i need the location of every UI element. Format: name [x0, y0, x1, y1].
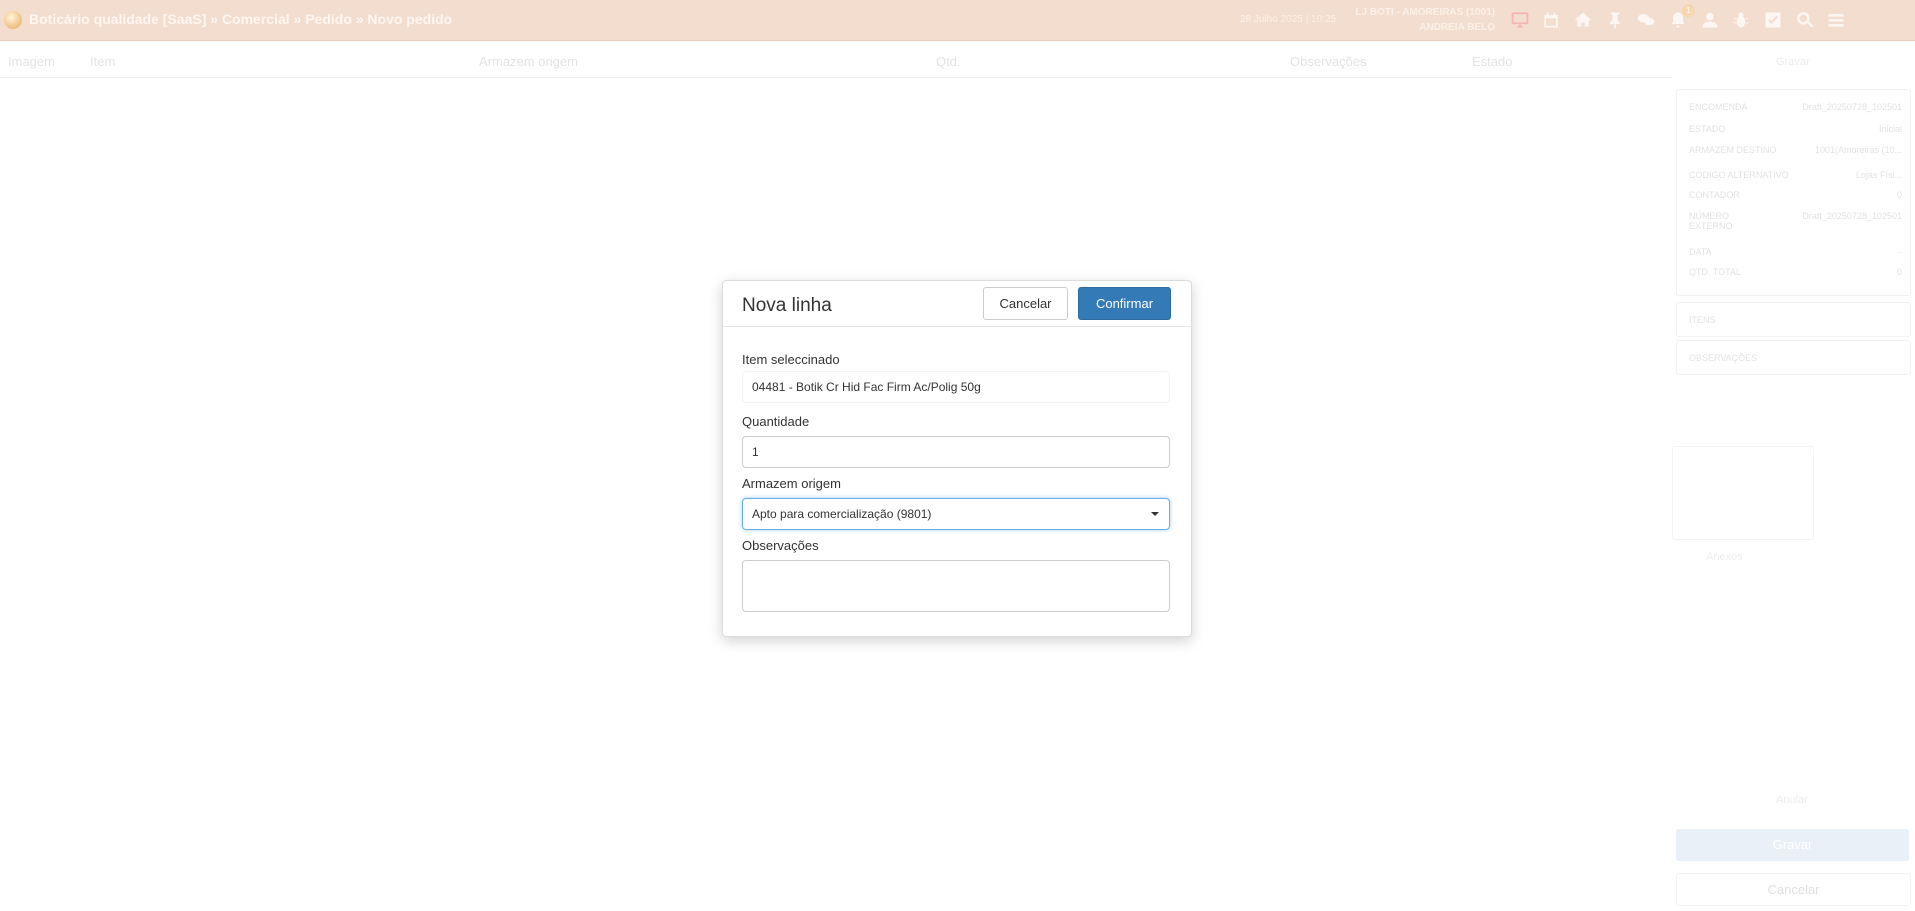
observations-section[interactable]: OBSERVAÇÕES: [1676, 340, 1911, 375]
column-header-armazem-origem[interactable]: Armazem origem: [479, 54, 578, 69]
source-warehouse-select[interactable]: Apto para comercialização (9801): [742, 498, 1170, 530]
calendar-icon[interactable]: [1539, 8, 1563, 32]
source-warehouse-value: Apto para comercialização (9801): [752, 507, 932, 521]
user-icon[interactable]: [1698, 8, 1722, 32]
pin-icon[interactable]: [1603, 8, 1627, 32]
confirm-button[interactable]: Confirmar: [1078, 287, 1171, 320]
anular-link[interactable]: Anular: [1776, 794, 1808, 806]
monitor-icon[interactable]: [1508, 8, 1532, 32]
notes-label: Observações: [742, 538, 819, 553]
notes-textarea[interactable]: [742, 560, 1170, 612]
header-datetime: 28 Julho 2025 | 10:25: [1240, 14, 1337, 25]
home-icon[interactable]: [1571, 8, 1595, 32]
column-header-imagem[interactable]: Imagem: [8, 54, 55, 69]
breadcrumb[interactable]: Boticário qualidade [SaaS] » Comercial »…: [29, 11, 452, 27]
order-summary-box: Encomenda Draft_20250728_102501 Estado I…: [1676, 89, 1911, 296]
user-name: ANDREIA BELO: [1419, 22, 1495, 33]
column-header-qtd[interactable]: Qtd.: [936, 54, 961, 69]
app-logo-icon[interactable]: [4, 11, 22, 29]
selected-item-field: 04481 - Botik Cr Hid Fac Firm Ac/Polig 5…: [742, 371, 1170, 403]
modal-title: Nova linha: [742, 295, 832, 316]
store-name: LJ BOTI - AMOREIRAS (1001): [1355, 7, 1495, 18]
chevron-down-icon[interactable]: [1151, 512, 1159, 516]
store-user-info[interactable]: LJ BOTI - AMOREIRAS (1001) ANDREIA BELO: [1355, 5, 1495, 35]
modal-header: Nova linha Cancelar Confirmar: [723, 281, 1191, 327]
chat-icon[interactable]: [1634, 8, 1658, 32]
right-panel-title: Gravar: [1776, 56, 1810, 68]
menu-icon[interactable]: [1824, 8, 1848, 32]
selected-item-value: 04481 - Botik Cr Hid Fac Firm Ac/Polig 5…: [752, 380, 981, 394]
attachments-link[interactable]: Anexos: [1706, 551, 1743, 563]
bug-icon[interactable]: [1729, 8, 1753, 32]
panel-cancel-button[interactable]: Cancelar: [1676, 873, 1911, 906]
column-header-estado[interactable]: Estado: [1472, 54, 1512, 69]
new-line-modal: Nova linha Cancelar Confirmar Item selec…: [722, 280, 1192, 637]
column-header-observacoes[interactable]: Observações: [1290, 54, 1367, 69]
column-header-item[interactable]: Item: [90, 54, 115, 69]
selected-item-label: Item seleccinado: [742, 352, 840, 367]
notification-badge: 1: [1682, 4, 1695, 17]
cancel-button[interactable]: Cancelar: [983, 287, 1068, 320]
source-warehouse-label: Armazem origem: [742, 476, 841, 491]
bell-icon[interactable]: 1: [1666, 4, 1695, 32]
quantity-label: Quantidade: [742, 414, 810, 429]
items-section[interactable]: ITENS: [1676, 302, 1911, 337]
search-icon[interactable]: [1793, 8, 1817, 32]
attachments-dropzone[interactable]: [1672, 446, 1814, 540]
quantity-input[interactable]: [742, 436, 1170, 468]
top-bar: Boticário qualidade [SaaS] » Comercial »…: [0, 0, 1915, 41]
save-button[interactable]: Gravar: [1676, 829, 1909, 861]
checkbox-icon[interactable]: [1761, 8, 1785, 32]
lines-table-header: Imagem Item Armazem origem Qtd. Observaç…: [0, 41, 1672, 78]
